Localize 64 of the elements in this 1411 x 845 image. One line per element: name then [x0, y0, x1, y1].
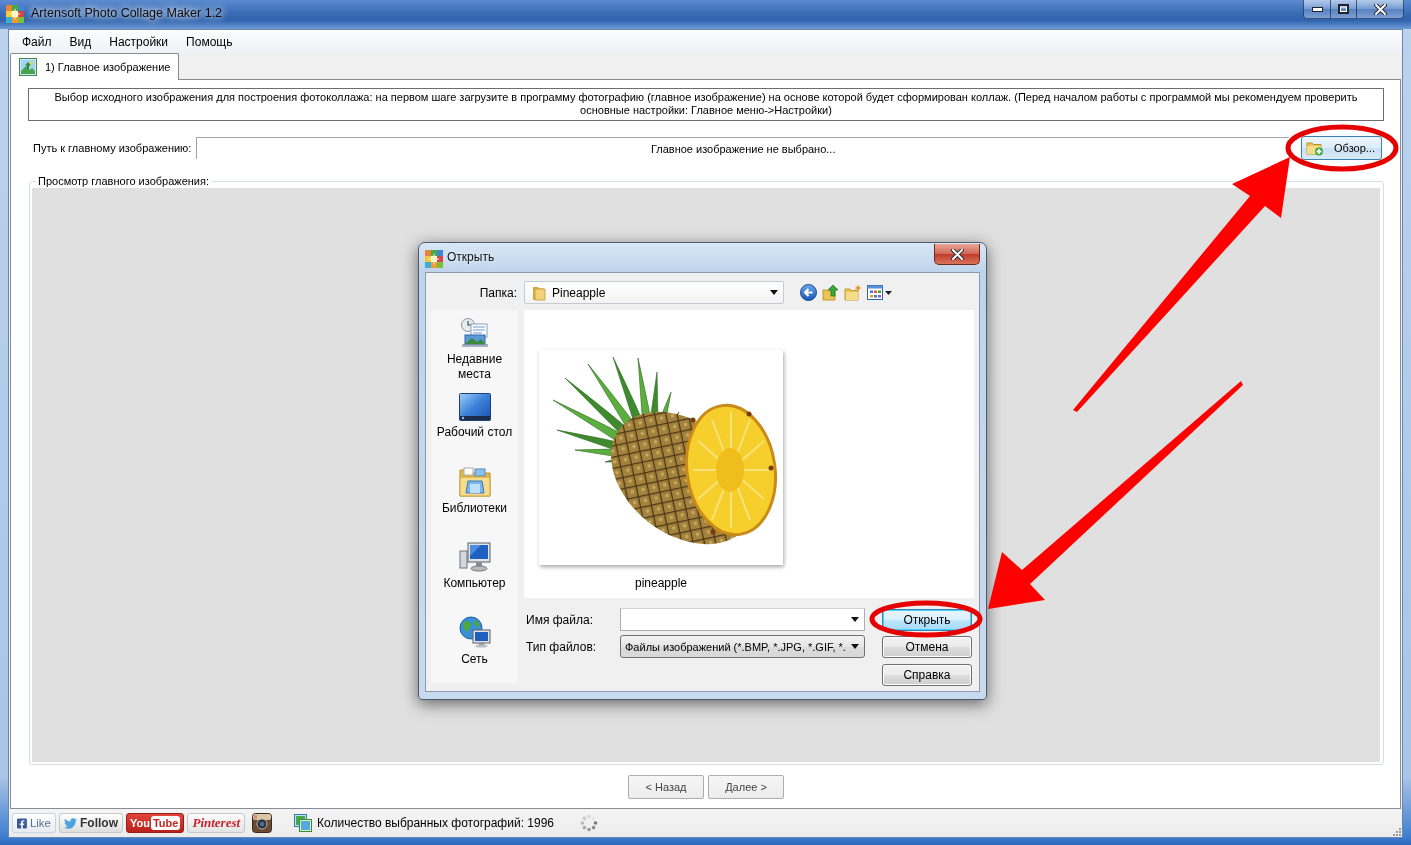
pinterest-button[interactable]: Pinterest	[187, 813, 246, 833]
close-icon	[950, 248, 964, 260]
tab[interactable]: 1) Главное изображение	[10, 53, 180, 80]
app-icon	[6, 5, 24, 23]
places-bar-item[interactable]: Недавние места	[431, 310, 518, 385]
close-button[interactable]	[1357, 0, 1404, 19]
places-bar-item[interactable]: Библиотеки	[431, 459, 518, 534]
folder-label: Папка:	[478, 285, 518, 300]
camera-icon[interactable]	[252, 813, 273, 833]
like-button[interactable]: Like	[12, 813, 56, 833]
file-type-label: Тип файлов:	[525, 639, 598, 654]
window-title: Artensoft Photo Collage Maker 1.2	[31, 5, 223, 22]
places-bar-item[interactable]: Рабочий стол	[431, 384, 518, 460]
dialog-title: Открыть	[447, 249, 495, 266]
follow-button[interactable]: Follow	[59, 813, 123, 833]
folder-icon	[532, 284, 546, 301]
folder-up-icon[interactable]	[822, 284, 839, 301]
back-icon[interactable]	[800, 284, 817, 301]
dropdown-caret-icon[interactable]	[851, 644, 859, 649]
computer-icon	[458, 541, 491, 572]
menu-item[interactable]: Настройки	[100, 30, 178, 53]
dialog-app-icon	[425, 250, 443, 268]
dialog-close-button[interactable]	[934, 244, 980, 265]
recent-places-icon	[459, 318, 490, 348]
view-menu-icon[interactable]	[867, 285, 892, 300]
file-name-label: Имя файла:	[525, 612, 594, 627]
menu-item[interactable]: Файл	[13, 30, 61, 53]
network-icon	[458, 616, 491, 649]
wizard-button[interactable]: < Назад	[628, 775, 704, 799]
group-box-title: Просмотр главного изображения:	[37, 174, 210, 188]
desktop-icon	[458, 392, 491, 421]
image-path-field[interactable]: Главное изображение не выбрано...	[196, 137, 1289, 159]
f-logo-icon	[17, 816, 27, 830]
minimize-icon	[1311, 6, 1323, 12]
youtube-button[interactable]: You Tube	[126, 813, 185, 833]
libraries-folder-icon	[458, 467, 491, 498]
places-bar-item[interactable]: Компьютер	[431, 533, 518, 609]
menu-item[interactable]: Помощь	[177, 30, 242, 53]
dropdown-caret-icon[interactable]	[770, 290, 778, 295]
file-type-dropdown[interactable]: Файлы изображений (*.BMP, *.JPG, *.GIF, *.	[620, 635, 865, 658]
collage-icon	[294, 814, 313, 832]
menu-item[interactable]: Вид	[60, 30, 101, 53]
help-button[interactable]: Справка	[882, 664, 972, 686]
file-item[interactable]: pineapple	[539, 350, 783, 592]
minimize-button[interactable]	[1303, 0, 1331, 19]
places-bar-item[interactable]: Сеть	[431, 608, 518, 683]
description-text: Выбор исходного изображения для построения фотоколлажа: на первом шаге загрузите в программу фотографию (главное изображение) на основе которой будет сформирован коллаж. (Перед началом работы с программой мы рекомендуем проверить основные настройки: Главное меню->Настройки)	[28, 88, 1384, 121]
loading-spinner-icon	[580, 814, 598, 832]
maximize-button[interactable]	[1331, 0, 1357, 19]
bird-icon	[64, 816, 77, 830]
maximize-icon	[1338, 4, 1349, 14]
wizard-button[interactable]: Далее >	[708, 775, 784, 799]
folder-dropdown[interactable]: Pineapple	[524, 281, 784, 304]
open-button[interactable]: Открыть	[882, 608, 972, 631]
browse-button[interactable]: Обзор...	[1301, 136, 1382, 160]
cancel-button[interactable]: Отмена	[882, 635, 972, 658]
dropdown-caret-icon[interactable]	[851, 617, 859, 622]
file-name-field[interactable]	[620, 608, 865, 631]
field-label: Путь к главному изображению:	[33, 142, 192, 154]
photo-count-text: Количество выбранных фотографий: 1996	[317, 816, 554, 830]
resize-grip-icon[interactable]	[1391, 826, 1401, 836]
folder-plus-icon	[1306, 140, 1324, 156]
picture-icon	[19, 58, 37, 76]
close-icon	[1373, 3, 1387, 15]
